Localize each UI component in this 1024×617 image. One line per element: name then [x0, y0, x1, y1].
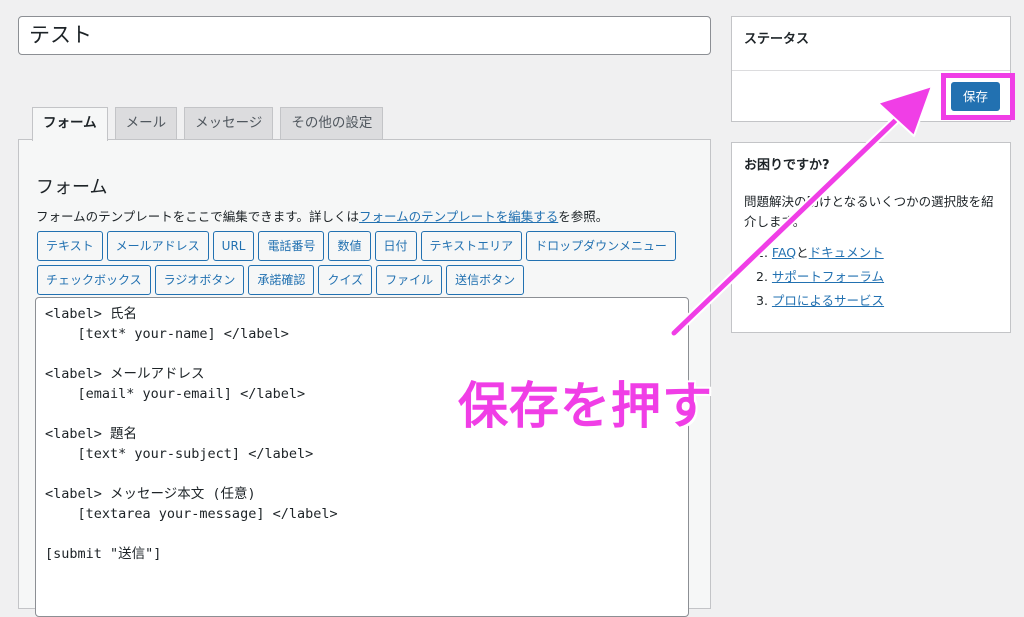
tag-button-date[interactable]: 日付: [374, 231, 417, 261]
list-item: 2. サポートフォーラム: [756, 265, 884, 289]
status-heading: ステータス: [732, 17, 1010, 71]
code-line: [text* your-name] </label>: [45, 326, 289, 342]
tab-messages[interactable]: メッセージ: [184, 107, 274, 140]
code-line: [submit "送信"]: [45, 546, 162, 562]
tag-button-textarea[interactable]: テキストエリア: [420, 231, 523, 261]
help-heading: お困りですか?: [744, 158, 830, 173]
list-item: 3. プロによるサービス: [756, 289, 884, 313]
title-input[interactable]: テスト: [18, 16, 711, 55]
tag-button-number[interactable]: 数値: [328, 231, 371, 261]
help-box: お困りですか? 問題解決の助けとなるいくつかの選択肢を紹介します。 1. FAQ…: [731, 142, 1011, 333]
desc-before: フォームのテンプレートをここで編集できます。詳しくは: [36, 209, 360, 224]
tag-button-tel[interactable]: 電話番号: [258, 231, 325, 261]
tag-button-text[interactable]: テキスト: [37, 231, 103, 261]
code-line: [text* your-subject] </label>: [45, 446, 314, 462]
tag-button-acceptance[interactable]: 承諾確認: [248, 265, 315, 295]
list-item: 1. FAQとドキュメント: [756, 241, 884, 265]
tag-button-checkbox[interactable]: チェックボックス: [37, 265, 151, 295]
tab-mail[interactable]: メール: [114, 107, 178, 140]
docs-link[interactable]: ドキュメント: [809, 245, 884, 260]
help-links-list: 1. FAQとドキュメント 2. サポートフォーラム 3. プロによるサービス: [756, 241, 884, 313]
tag-button-email[interactable]: メールアドレス: [106, 231, 209, 261]
annotation-text: 保存を押す: [458, 377, 713, 435]
tab-additional-settings[interactable]: その他の設定: [280, 107, 384, 140]
tag-button-file[interactable]: ファイル: [376, 265, 443, 295]
joiner-text: と: [796, 245, 809, 260]
desc-after: を参照。: [558, 209, 609, 224]
panel-heading: フォーム: [36, 177, 108, 198]
tab-bar: フォーム メール メッセージ その他の設定: [32, 107, 384, 141]
list-number: 1.: [756, 245, 768, 260]
tab-form[interactable]: フォーム: [32, 107, 108, 141]
tag-button-radio[interactable]: ラジオボタン: [154, 265, 245, 295]
support-forum-link[interactable]: サポートフォーラム: [772, 269, 884, 284]
code-line: [textarea your-message] </label>: [45, 506, 338, 522]
tag-button-submit[interactable]: 送信ボタン: [446, 265, 525, 295]
tag-button-dropdown[interactable]: ドロップダウンメニュー: [526, 231, 676, 261]
tag-generator-row-1: テキスト メールアドレス URL 電話番号 数値 日付 テキストエリア ドロップ…: [37, 231, 676, 261]
save-highlight-frame: [941, 73, 1015, 120]
pro-services-link[interactable]: プロによるサービス: [772, 293, 884, 308]
panel-description: フォームのテンプレートをここで編集できます。詳しくはフォームのテンプレートを編集…: [36, 206, 608, 225]
tag-generator-row-2: チェックボックス ラジオボタン 承諾確認 クイズ ファイル 送信ボタン: [37, 265, 525, 295]
faq-link[interactable]: FAQ: [772, 245, 796, 260]
tag-button-quiz[interactable]: クイズ: [318, 265, 373, 295]
form-template-editor[interactable]: <label> 氏名 [text* your-name] </label> <l…: [35, 297, 689, 617]
edit-template-link[interactable]: フォームのテンプレートを編集する: [359, 209, 558, 224]
list-number: 2.: [756, 269, 768, 284]
tag-button-url[interactable]: URL: [212, 231, 255, 261]
code-line: <label> 氏名: [45, 306, 138, 322]
help-text: 問題解決の助けとなるいくつかの選択肢を紹介します。: [744, 194, 994, 229]
list-number: 3.: [756, 293, 768, 308]
code-line: <label> メッセージ本文 (任意): [45, 486, 256, 502]
